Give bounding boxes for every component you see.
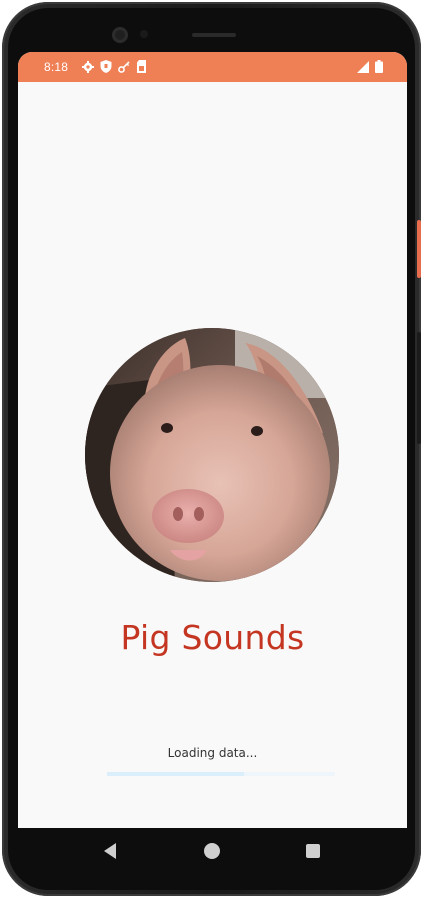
volume-button[interactable] <box>417 332 421 444</box>
loading-status-text: Loading data... <box>167 746 258 760</box>
status-bar: 8:18 <box>18 52 407 82</box>
battery-icon <box>375 60 383 78</box>
shield-icon <box>100 60 112 73</box>
app-screen: 8:18 Pig Sounds Loading data... <box>18 52 407 828</box>
sim-card-icon <box>136 60 148 73</box>
status-time: 8:18 <box>44 60 69 74</box>
notification-icons <box>82 60 148 73</box>
home-icon[interactable] <box>204 843 220 859</box>
navigation-bar <box>18 828 407 874</box>
app-title: Pig Sounds <box>120 618 305 657</box>
earpiece-speaker <box>192 33 236 37</box>
power-button[interactable] <box>417 220 421 278</box>
device-frame: 8:18 Pig Sounds Loading data... <box>0 0 425 900</box>
key-icon <box>118 60 130 73</box>
front-camera <box>112 27 128 43</box>
signal-icon <box>357 60 369 78</box>
recents-icon[interactable] <box>306 844 320 858</box>
back-icon[interactable] <box>104 843 116 859</box>
system-status-icons <box>357 60 383 78</box>
settings-icon <box>82 60 94 73</box>
proximity-sensor <box>140 30 148 38</box>
loading-progress-bar <box>107 772 335 776</box>
loading-progress-fill <box>107 772 244 776</box>
pig-photo <box>85 328 339 582</box>
